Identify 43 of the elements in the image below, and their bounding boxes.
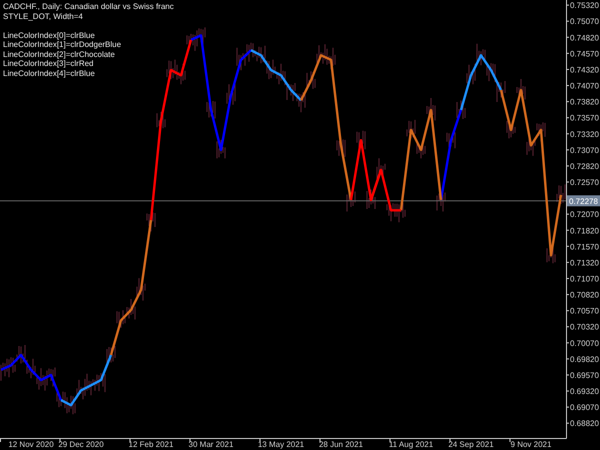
y-axis-label: 0.72070 [570, 210, 599, 220]
y-axis-label: 0.70070 [570, 338, 599, 348]
y-axis-label: 0.69320 [570, 387, 599, 396]
y-axis-label: 0.69820 [570, 354, 599, 364]
y-axis-label: 0.73070 [570, 146, 599, 155]
x-axis-label: 30 Mar 2021 [188, 440, 234, 449]
x-axis-label: 12 Feb 2021 [128, 440, 174, 449]
chart-info-text: STYLE_DOT, Width=4 [3, 12, 83, 21]
x-axis-label: 12 Nov 2020 [8, 440, 54, 449]
y-axis-label: 0.70820 [570, 290, 599, 300]
price-tag: 0.72278 [567, 195, 600, 206]
color-index-text: LineColorIndex[3]=clrRed [3, 59, 94, 68]
y-axis-label: 0.72820 [570, 162, 599, 171]
y-axis-label: 0.74820 [570, 33, 599, 42]
chart-info-text: CADCHF., Daily: Canadian dollar vs Swiss franc [3, 2, 174, 12]
y-axis-label: 0.69070 [570, 403, 599, 412]
y-axis-label: 0.68820 [570, 419, 599, 428]
y-axis-label: 0.74320 [570, 65, 599, 74]
y-axis-label: 0.75320 [570, 1, 599, 10]
y-axis-label: 0.71820 [570, 226, 599, 236]
y-axis-label: 0.75070 [570, 17, 599, 26]
y-axis-label: 0.73320 [570, 130, 599, 139]
x-axis-label: 28 Jun 2021 [318, 440, 364, 449]
y-axis-label: 0.71070 [570, 274, 599, 284]
y-axis-label: 0.70320 [570, 322, 599, 332]
y-axis-label: 0.74570 [570, 49, 599, 58]
color-index-text: LineColorIndex[1]=clrDodgerBlue [3, 40, 122, 50]
y-axis-label: 0.73570 [570, 114, 599, 123]
color-index-text: LineColorIndex[0]=clrBlue [3, 30, 95, 40]
x-axis-label: 9 Nov 2021 [510, 440, 552, 449]
x-axis-label: 29 Dec 2020 [58, 440, 104, 449]
x-axis-label: 13 May 2021 [258, 440, 304, 449]
x-axis-label: 11 Aug 2021 [388, 440, 434, 449]
y-axis-label: 0.69570 [570, 370, 599, 380]
y-axis-label: 0.73820 [570, 98, 599, 107]
x-axis-label: 24 Sep 2021 [448, 440, 494, 449]
y-axis-label: 0.72570 [570, 178, 599, 188]
color-index-text: LineColorIndex[4]=clrBlue [3, 68, 95, 78]
y-axis-label: 0.71570 [570, 242, 599, 252]
color-index-text: LineColorIndex[2]=clrChocolate [3, 50, 115, 59]
y-axis-label: 0.70570 [570, 306, 599, 316]
y-axis-label: 0.74070 [570, 82, 599, 91]
y-axis-label: 0.71320 [570, 258, 599, 268]
